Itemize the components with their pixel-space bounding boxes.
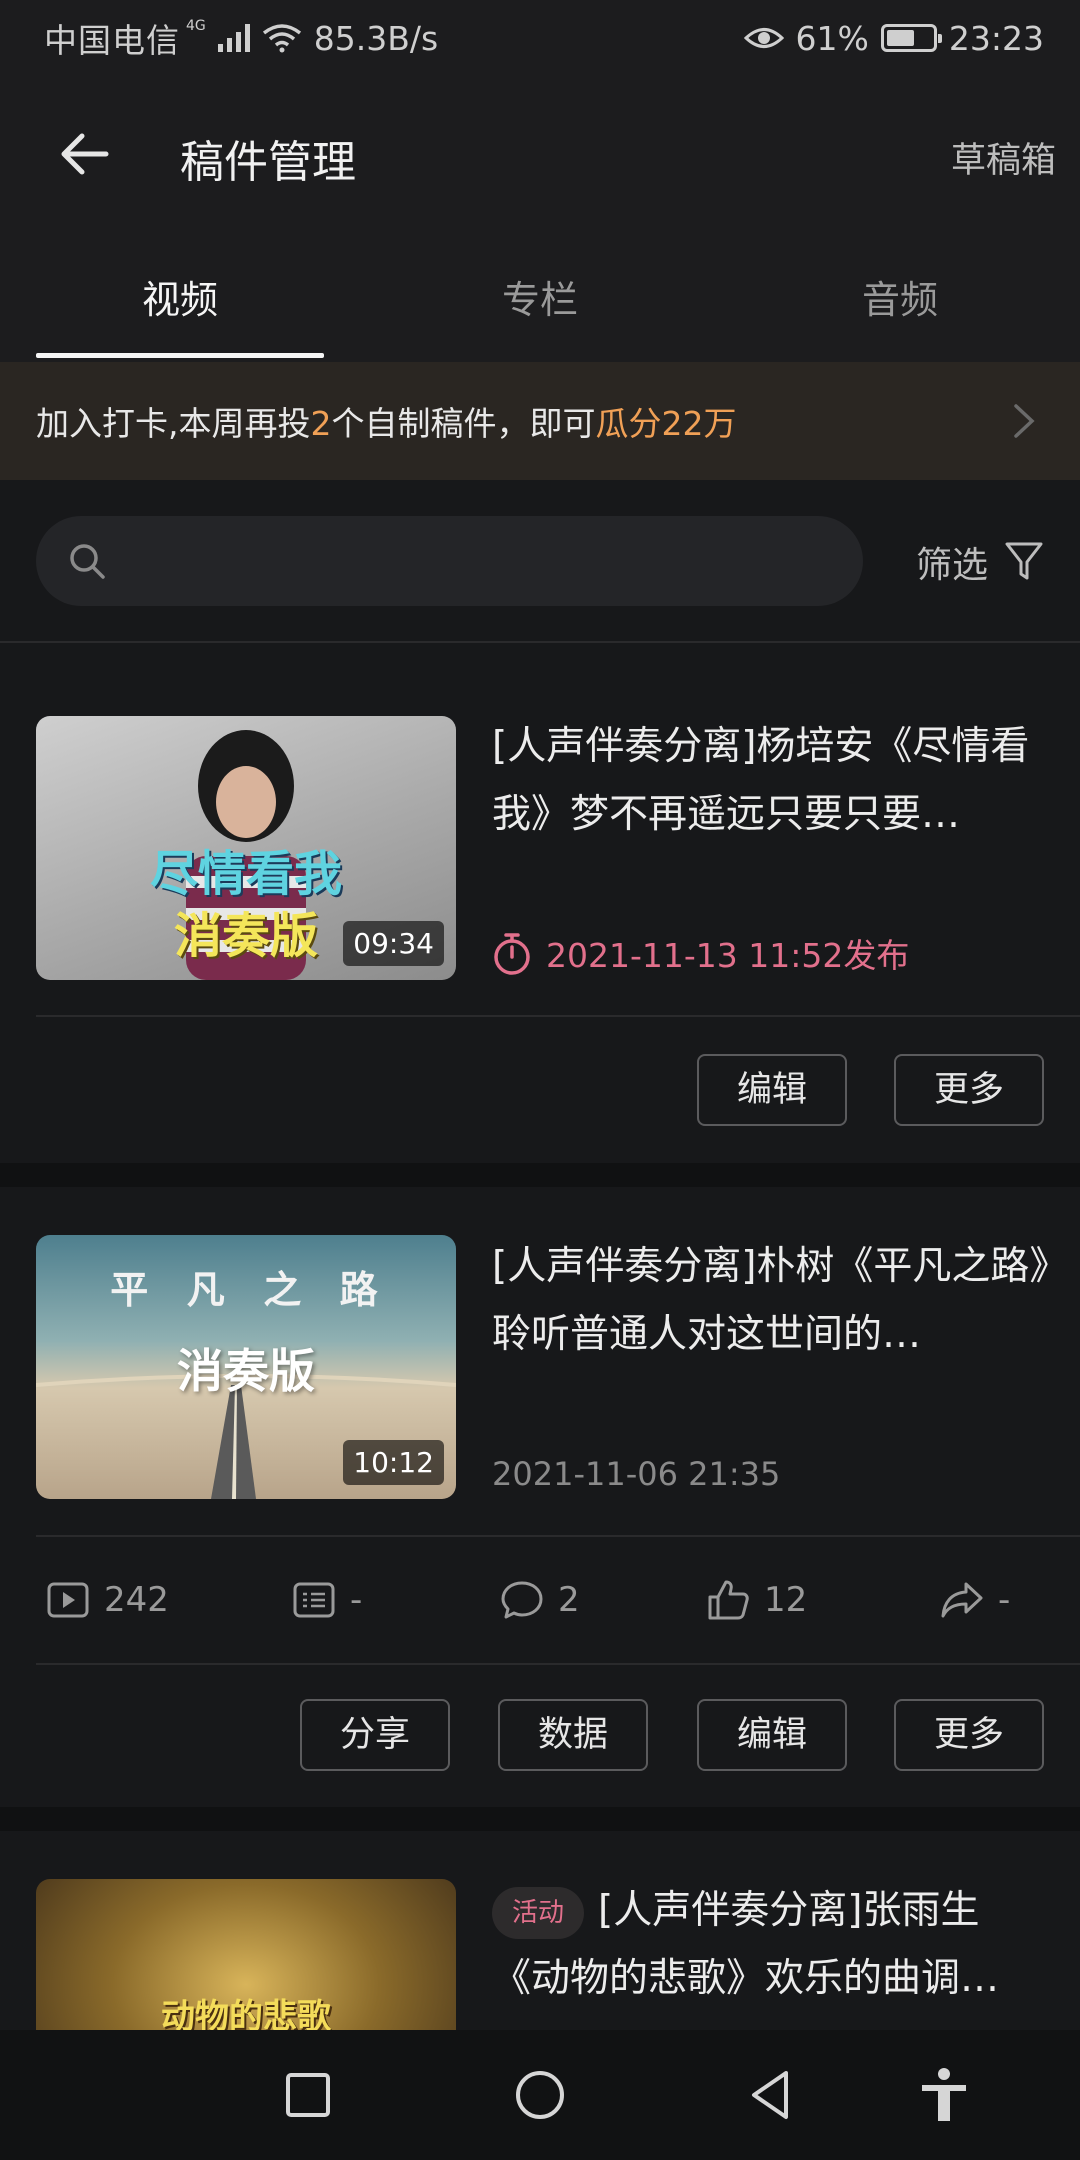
back-triangle-icon[interactable] xyxy=(740,2065,800,2125)
banner-text: 加入打卡,本周再投2个自制稿件，即可瓜分22万 xyxy=(36,404,737,443)
tab-audio[interactable]: 音频 xyxy=(720,238,1080,362)
search-row: 筛选 xyxy=(0,480,1080,643)
divider xyxy=(36,1015,1080,1017)
card-separator xyxy=(0,1163,1080,1187)
thumbnail-caption-1: 平 凡 之 路 xyxy=(110,1267,382,1312)
share-button[interactable]: 分享 xyxy=(300,1699,450,1771)
search-box[interactable] xyxy=(36,516,863,606)
thumbs-up-icon xyxy=(708,1580,749,1620)
video-duration: 09:34 xyxy=(343,921,444,966)
play-count: 242 xyxy=(46,1537,169,1663)
eye-comfort-icon xyxy=(743,28,784,48)
system-nav-bar xyxy=(0,2030,1080,2160)
battery-icon xyxy=(880,24,942,52)
comment-count: 2 xyxy=(500,1537,580,1663)
video-thumbnail[interactable]: 尽情看我 消奏版 09:34 xyxy=(36,716,456,980)
battery-percent: 61% xyxy=(795,18,869,58)
page-title: 稿件管理 xyxy=(180,137,356,188)
thumbnail-caption-2: 消奏版 xyxy=(177,1344,315,1398)
recent-apps-icon[interactable] xyxy=(278,2065,338,2125)
video-card: 动物的悲歌 活动 [人声伴奏分离]张雨生《动物的悲歌》欢乐的曲调… xyxy=(0,1831,1080,2030)
video-card: 平 凡 之 路 消奏版 10:12 [人声伴奏分离]朴树《平凡之路》聆听普通人对… xyxy=(0,1187,1080,1807)
chevron-right-icon xyxy=(1014,404,1035,438)
divider xyxy=(36,1663,1080,1665)
play-icon xyxy=(47,1582,89,1618)
signal-icon xyxy=(217,24,250,52)
video-thumbnail[interactable]: 平 凡 之 路 消奏版 10:12 xyxy=(36,1235,456,1499)
thumbnail-caption-1: 尽情看我 xyxy=(149,846,342,902)
data-button[interactable]: 数据 xyxy=(498,1699,648,1771)
checkin-banner[interactable]: 加入打卡,本周再投2个自制稿件，即可瓜分22万 xyxy=(0,362,1080,480)
video-title[interactable]: [人声伴奏分离]朴树《平凡之路》聆听普通人对这世间的… xyxy=(492,1233,1052,1369)
funnel-icon xyxy=(1005,542,1043,580)
card-separator xyxy=(0,1807,1080,1831)
filter-button[interactable]: 筛选 xyxy=(916,536,1044,588)
arrow-left-icon[interactable] xyxy=(56,126,112,182)
more-button[interactable]: 更多 xyxy=(894,1054,1044,1126)
tab-column[interactable]: 专栏 xyxy=(360,238,720,362)
video-date: 2021-11-06 21:35 xyxy=(492,1455,781,1493)
publish-time-text: 2021-11-13 11:52发布 xyxy=(546,936,910,975)
thumbnail-caption-1: 动物的悲歌 xyxy=(161,1997,331,2030)
edit-button[interactable]: 编辑 xyxy=(697,1054,847,1126)
danmaku-count: - xyxy=(292,1537,362,1663)
comment-icon xyxy=(501,1581,543,1619)
video-title[interactable]: [人声伴奏分离]杨培安《尽情看我》梦不再遥远只要只要… xyxy=(492,713,1052,849)
wifi-icon xyxy=(262,24,301,53)
filter-label: 筛选 xyxy=(915,545,988,586)
like-count: 12 xyxy=(706,1537,807,1663)
drafts-button[interactable]: 草稿箱 xyxy=(951,132,1056,183)
banner-count: 2 xyxy=(310,404,332,443)
share-arrow-icon xyxy=(941,1582,983,1618)
clock: 23:23 xyxy=(948,18,1044,58)
banner-reward: 瓜分22万 xyxy=(595,404,737,443)
tab-bar: 视频 专栏 音频 xyxy=(0,238,1080,362)
carrier-name: 中国电信 xyxy=(44,21,180,60)
home-icon[interactable] xyxy=(510,2065,570,2125)
more-button[interactable]: 更多 xyxy=(894,1699,1044,1771)
video-title[interactable]: 活动 [人声伴奏分离]张雨生《动物的悲歌》欢乐的曲调… xyxy=(492,1877,1052,2013)
activity-tag: 活动 xyxy=(492,1886,585,1939)
danmaku-icon xyxy=(293,1582,335,1618)
network-type: 4G xyxy=(186,18,206,34)
tab-video[interactable]: 视频 xyxy=(0,238,360,362)
edit-button[interactable]: 编辑 xyxy=(697,1699,847,1771)
app-header: 稿件管理 草稿箱 xyxy=(0,76,1080,238)
stopwatch-icon xyxy=(494,933,530,975)
video-thumbnail[interactable]: 动物的悲歌 xyxy=(36,1879,456,2030)
video-stats: 242 - 2 12 - xyxy=(0,1537,1080,1663)
status-bar: 中国电信 4G 85.3B/s 61% 23:23 xyxy=(0,0,1080,76)
accessibility-icon[interactable] xyxy=(914,2065,974,2125)
publish-time: 2021-11-13 11:52发布 xyxy=(492,929,909,977)
share-count: - xyxy=(940,1537,1010,1663)
search-icon xyxy=(70,544,105,579)
search-input[interactable] xyxy=(126,516,826,606)
video-card: 尽情看我 消奏版 09:34 [人声伴奏分离]杨培安《尽情看我》梦不再遥远只要只… xyxy=(0,643,1080,1163)
network-speed: 85.3B/s xyxy=(313,18,439,58)
video-duration: 10:12 xyxy=(343,1440,444,1485)
